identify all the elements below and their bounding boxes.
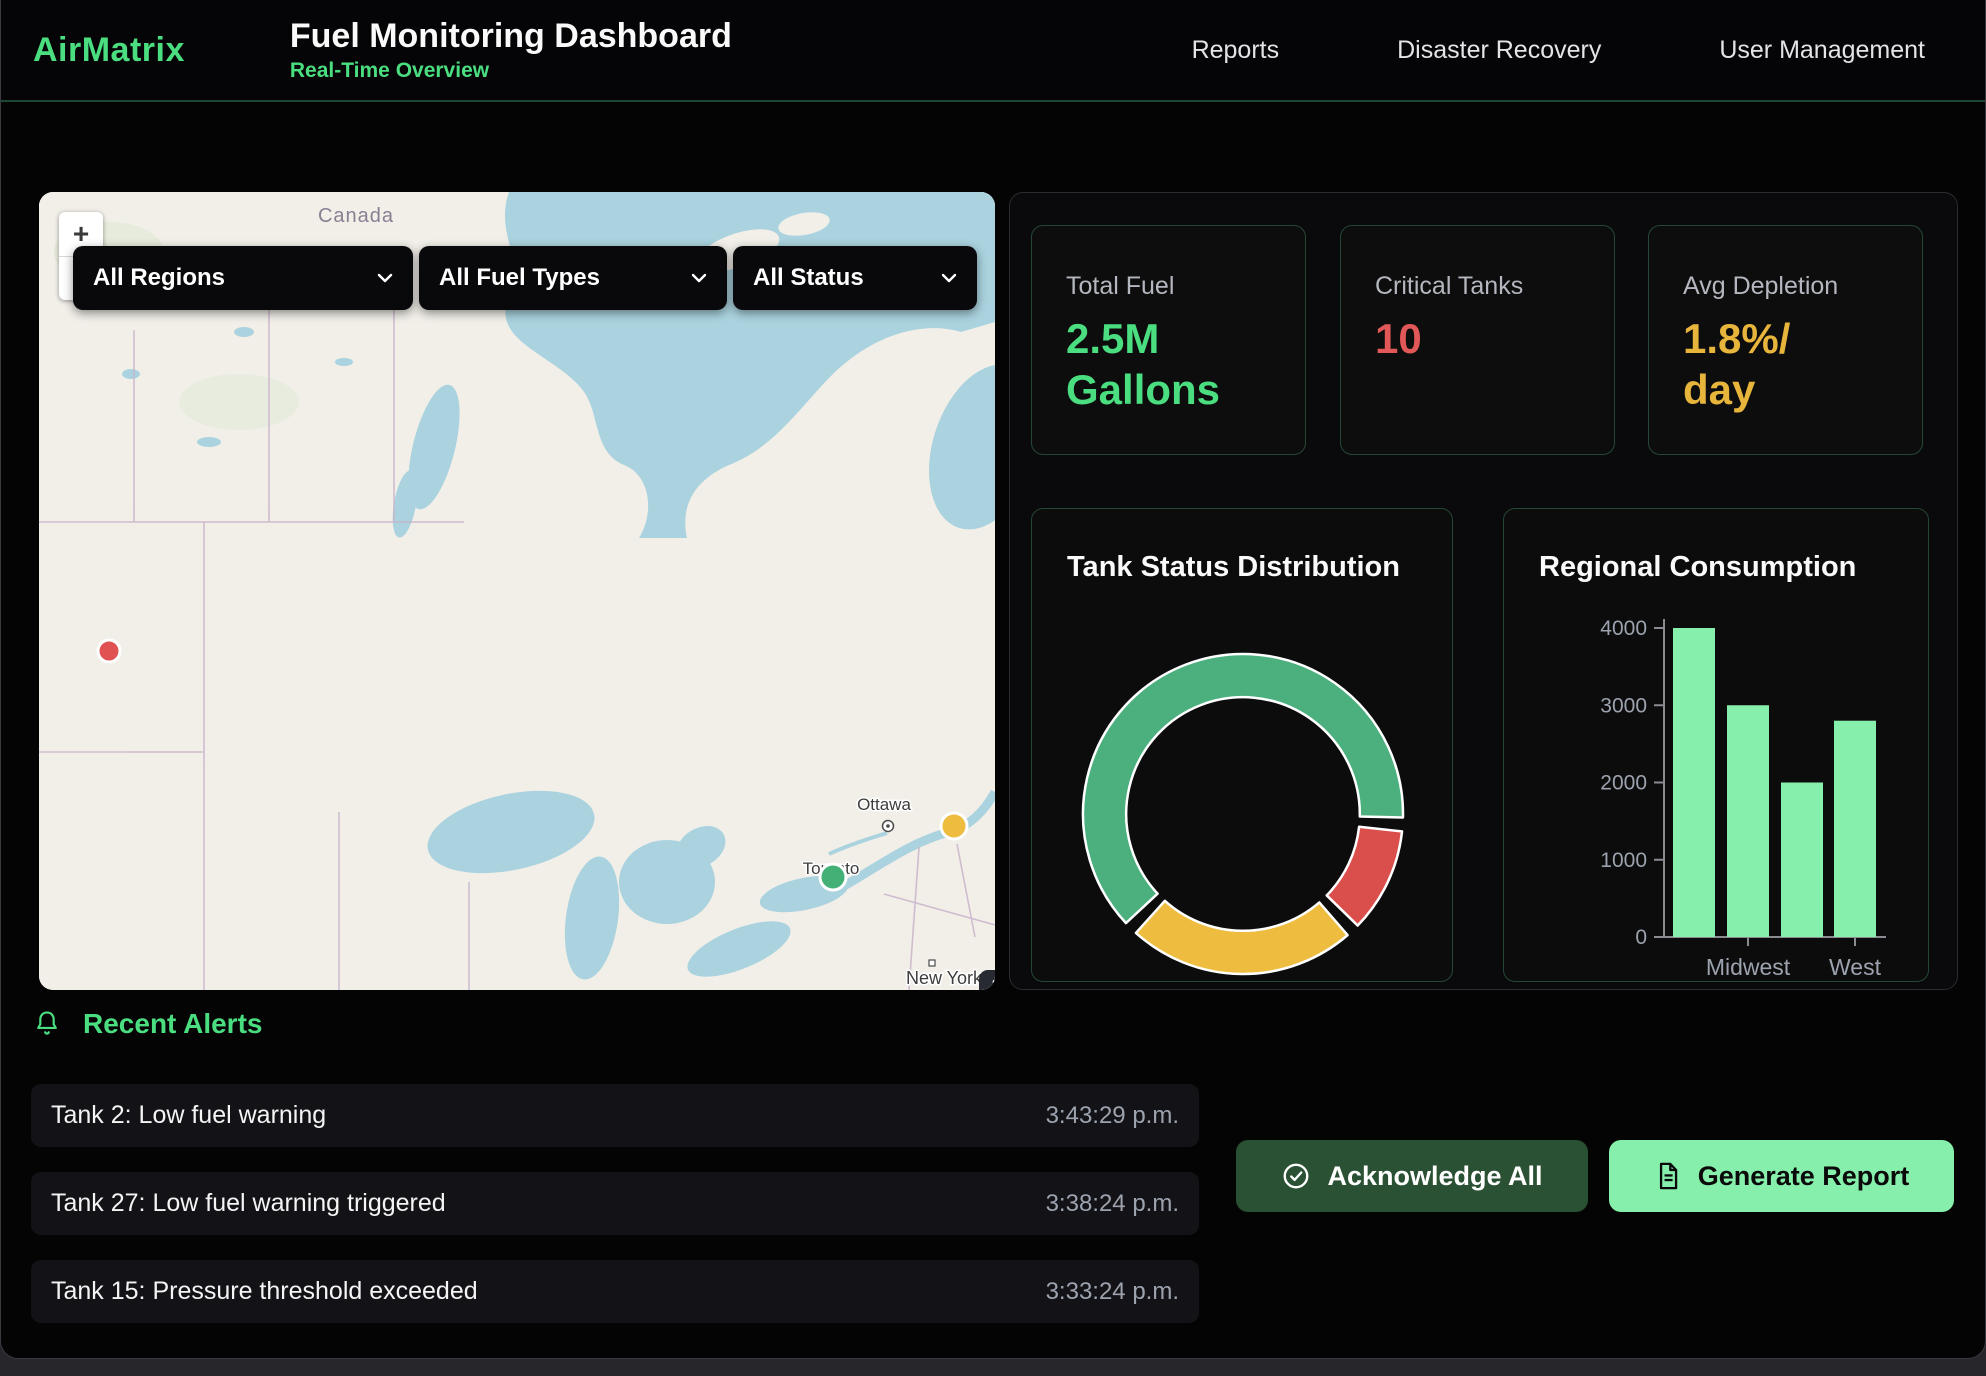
alert-time: 3:33:24 p.m.	[1046, 1278, 1179, 1306]
stat-value: 1.8%/day	[1683, 313, 1888, 415]
map[interactable]: Canada Ottawa Toronto New York + − All R…	[39, 192, 995, 990]
marker-normal[interactable]	[820, 864, 846, 890]
page-title: Fuel Monitoring Dashboard	[290, 17, 732, 56]
stat-card-critical-tanks: Critical Tanks 10	[1340, 225, 1615, 455]
map-label-country: Canada	[318, 205, 394, 227]
fuel-type-filter-value: All Fuel Types	[439, 264, 600, 292]
recent-alerts-header: Recent Alerts	[33, 1008, 262, 1040]
map-lake	[335, 358, 353, 366]
y-tick-label: 4000	[1600, 617, 1647, 640]
alert-time: 3:43:29 p.m.	[1046, 1102, 1179, 1130]
nav-user-management[interactable]: User Management	[1719, 36, 1925, 65]
donut-segment-critical[interactable]	[1327, 827, 1402, 926]
status-filter-value: All Status	[753, 264, 864, 292]
fuel-type-filter-select[interactable]: All Fuel Types	[419, 246, 727, 310]
chevron-down-icon	[377, 273, 393, 283]
generate-report-button[interactable]: Generate Report	[1609, 1140, 1954, 1212]
acknowledge-all-button[interactable]: Acknowledge All	[1236, 1140, 1588, 1212]
x-tick-label: Midwest	[1706, 954, 1791, 980]
x-tick-label: West	[1829, 954, 1882, 980]
donut-segment-warning[interactable]	[1136, 901, 1348, 974]
nav-reports[interactable]: Reports	[1192, 36, 1280, 65]
regional-consumption-card: 0 1000 2000 3000 4000 Midwest West Regional Co…	[1503, 508, 1929, 982]
stat-value: 10	[1375, 313, 1580, 364]
acknowledge-all-label: Acknowledge All	[1327, 1161, 1542, 1192]
stat-label: Critical Tanks	[1375, 272, 1580, 301]
y-tick-label: 2000	[1600, 772, 1647, 795]
map-city-dot-newyork	[929, 960, 935, 966]
check-circle-icon	[1281, 1161, 1311, 1191]
chart-title: Tank Status Distribution	[1067, 551, 1400, 584]
alerts-title: Recent Alerts	[83, 1008, 262, 1040]
marker-warning[interactable]	[941, 813, 967, 839]
map-forest	[179, 374, 299, 430]
chevron-down-icon	[941, 273, 957, 283]
stat-card-avg-depletion: Avg Depletion 1.8%/day	[1648, 225, 1923, 455]
map-city-dot-ottawa-inner	[886, 824, 890, 828]
chart-title: Regional Consumption	[1539, 551, 1856, 584]
consumption-bar-0[interactable]	[1673, 628, 1715, 937]
main-nav: Reports Disaster Recovery User Managemen…	[1192, 0, 1925, 100]
alert-row[interactable]: Tank 2: Low fuel warning 3:43:29 p.m.	[31, 1084, 1199, 1147]
tank-status-card: Tank Status Distribution	[1031, 508, 1453, 982]
status-filter-select[interactable]: All Status	[733, 246, 977, 310]
dashboard-window: AirMatrix Fuel Monitoring Dashboard Real…	[0, 0, 1986, 1359]
screen: AirMatrix Fuel Monitoring Dashboard Real…	[0, 0, 1986, 1376]
y-tick-label: 0	[1635, 926, 1647, 949]
document-icon	[1654, 1161, 1682, 1191]
map-filters: All Regions All Fuel Types All Status	[73, 246, 977, 310]
resize-drag-handle[interactable]	[979, 970, 995, 990]
page-subtitle: Real-Time Overview	[290, 59, 732, 83]
nav-disaster-recovery[interactable]: Disaster Recovery	[1397, 36, 1601, 65]
map-label-newyork: New York	[906, 968, 983, 988]
marker-critical[interactable]	[98, 640, 120, 662]
region-filter-value: All Regions	[93, 264, 225, 292]
alert-text: Tank 2: Low fuel warning	[51, 1101, 326, 1130]
alert-row[interactable]: Tank 27: Low fuel warning triggered 3:38…	[31, 1172, 1199, 1235]
consumption-bar-1[interactable]	[1727, 705, 1769, 937]
stat-value: 2.5MGallons	[1066, 313, 1271, 415]
drag-dots-icon	[990, 978, 995, 990]
consumption-bar-2[interactable]	[1781, 783, 1823, 938]
stat-card-total-fuel: Total Fuel 2.5MGallons	[1031, 225, 1306, 455]
alert-text: Tank 27: Low fuel warning triggered	[51, 1189, 446, 1218]
map-lake	[122, 369, 140, 379]
alert-time: 3:38:24 p.m.	[1046, 1190, 1179, 1218]
consumption-bar-3[interactable]	[1834, 721, 1876, 937]
map-label-ottawa: Ottawa	[857, 795, 911, 814]
map-lake	[234, 327, 254, 337]
alert-text: Tank 15: Pressure threshold exceeded	[51, 1277, 478, 1306]
app-header: AirMatrix Fuel Monitoring Dashboard Real…	[1, 0, 1985, 102]
y-tick-label: 3000	[1600, 694, 1647, 717]
bell-icon	[33, 1009, 61, 1039]
chevron-down-icon	[691, 273, 707, 283]
generate-report-label: Generate Report	[1698, 1161, 1910, 1192]
y-tick-label: 1000	[1600, 849, 1647, 872]
map-canvas: Canada Ottawa Toronto New York	[39, 192, 995, 990]
stat-label: Avg Depletion	[1683, 272, 1888, 301]
region-filter-select[interactable]: All Regions	[73, 246, 413, 310]
alert-row[interactable]: Tank 15: Pressure threshold exceeded 3:3…	[31, 1260, 1199, 1323]
map-lake	[197, 437, 221, 447]
stat-label: Total Fuel	[1066, 272, 1271, 301]
app-logo: AirMatrix	[33, 31, 185, 70]
title-block: Fuel Monitoring Dashboard Real-Time Over…	[290, 17, 732, 82]
